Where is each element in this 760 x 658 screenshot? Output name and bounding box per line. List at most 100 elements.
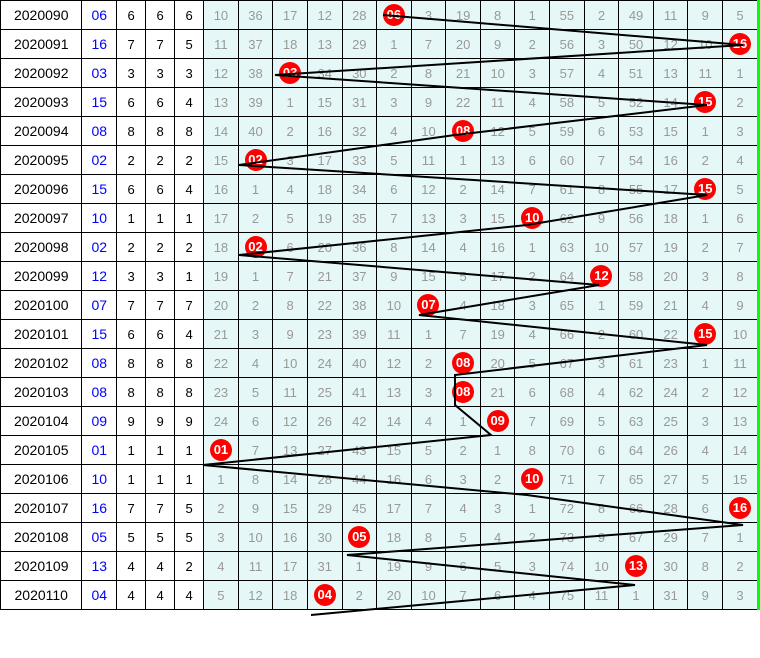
digit-cell: 2	[117, 146, 146, 175]
grid-cell: 75	[550, 581, 585, 610]
grid-cell: 55	[550, 1, 585, 30]
value-cell: 02	[82, 146, 117, 175]
grid-cell: 7	[411, 30, 446, 59]
grid-cell: 17	[377, 494, 412, 523]
grid-cell: 10	[238, 523, 273, 552]
grid-cell: 36	[342, 233, 377, 262]
value-cell: 09	[82, 407, 117, 436]
digit-cell: 7	[117, 30, 146, 59]
grid-cell: 9	[238, 494, 273, 523]
grid-cell: 20	[480, 349, 515, 378]
grid-cell: 58	[619, 262, 654, 291]
table-row: 2020099123311917213791551726412582038	[1, 262, 759, 291]
grid-cell: 20	[307, 233, 342, 262]
grid-cell: 28	[342, 1, 377, 30]
digit-cell: 8	[146, 349, 175, 378]
value-cell: 13	[82, 552, 117, 581]
grid-cell: 12	[307, 1, 342, 30]
grid-cell: 7	[377, 204, 412, 233]
grid-cell: 03	[273, 59, 308, 88]
digit-cell: 3	[146, 262, 175, 291]
table-row: 202010308888235112541133082166846224212	[1, 378, 759, 407]
grid-cell: 24	[653, 378, 688, 407]
grid-cell: 4	[238, 349, 273, 378]
hit-ball: 08	[452, 120, 474, 142]
grid-cell: 9	[411, 88, 446, 117]
grid-cell: 2	[377, 59, 412, 88]
grid-cell: 10	[480, 59, 515, 88]
grid-cell: 2	[584, 1, 619, 30]
digit-cell: 4	[175, 581, 204, 610]
grid-cell: 15	[411, 262, 446, 291]
grid-cell: 09	[480, 407, 515, 436]
digit-cell: 1	[175, 436, 204, 465]
digit-cell: 3	[175, 59, 204, 88]
grid-cell: 45	[342, 494, 377, 523]
grid-cell: 25	[307, 378, 342, 407]
grid-cell: 1	[723, 59, 759, 88]
digit-cell: 1	[117, 204, 146, 233]
hit-ball: 07	[417, 294, 439, 316]
grid-cell: 10	[273, 349, 308, 378]
table-row: 202011004444512180422010764751113193	[1, 581, 759, 610]
grid-cell: 1	[688, 349, 723, 378]
grid-cell: 7	[446, 320, 481, 349]
grid-cell: 8	[273, 291, 308, 320]
grid-cell: 37	[238, 30, 273, 59]
digit-cell: 1	[146, 436, 175, 465]
issue-cell: 2020096	[1, 175, 82, 204]
grid-cell: 10	[411, 581, 446, 610]
grid-cell: 14	[723, 436, 759, 465]
digit-cell: 1	[117, 465, 146, 494]
hit-ball: 06	[383, 4, 405, 26]
grid-cell: 16	[653, 146, 688, 175]
grid-cell: 6	[377, 175, 412, 204]
grid-cell: 15	[688, 88, 723, 117]
digit-cell: 8	[146, 117, 175, 146]
digit-cell: 6	[146, 320, 175, 349]
grid-cell: 5	[723, 175, 759, 204]
hit-ball: 12	[590, 265, 612, 287]
issue-cell: 2020095	[1, 146, 82, 175]
grid-cell: 2	[238, 204, 273, 233]
grid-cell: 40	[342, 349, 377, 378]
grid-cell: 69	[550, 407, 585, 436]
grid-cell: 7	[273, 262, 308, 291]
grid-cell: 14	[273, 465, 308, 494]
issue-cell: 2020104	[1, 407, 82, 436]
grid-cell: 13	[273, 436, 308, 465]
grid-cell: 18	[307, 175, 342, 204]
table-row: 2020095022221502317335111136607541624	[1, 146, 759, 175]
grid-cell: 71	[550, 465, 585, 494]
grid-cell: 16	[273, 523, 308, 552]
table-row: 20200980222218026203681441616310571927	[1, 233, 759, 262]
grid-cell: 3	[377, 88, 412, 117]
grid-cell: 37	[342, 262, 377, 291]
issue-cell: 2020101	[1, 320, 82, 349]
digit-cell: 8	[117, 378, 146, 407]
grid-cell: 2	[515, 523, 550, 552]
grid-cell: 3	[204, 523, 239, 552]
grid-cell: 57	[550, 59, 585, 88]
grid-cell: 59	[619, 291, 654, 320]
grid-cell: 07	[411, 291, 446, 320]
value-cell: 08	[82, 117, 117, 146]
grid-cell: 2	[584, 320, 619, 349]
grid-cell: 26	[307, 407, 342, 436]
grid-cell: 15	[688, 320, 723, 349]
grid-cell: 1	[688, 117, 723, 146]
digit-cell: 4	[175, 88, 204, 117]
grid-cell: 23	[307, 320, 342, 349]
grid-cell: 53	[619, 117, 654, 146]
grid-cell: 18	[273, 581, 308, 610]
grid-cell: 3	[688, 407, 723, 436]
grid-cell: 2	[446, 436, 481, 465]
grid-cell: 7	[584, 465, 619, 494]
hit-ball: 15	[694, 178, 716, 200]
grid-cell: 12	[273, 407, 308, 436]
grid-cell: 6	[584, 436, 619, 465]
grid-cell: 4	[446, 291, 481, 320]
grid-cell: 18	[204, 233, 239, 262]
grid-cell: 16	[377, 465, 412, 494]
grid-cell: 21	[446, 59, 481, 88]
